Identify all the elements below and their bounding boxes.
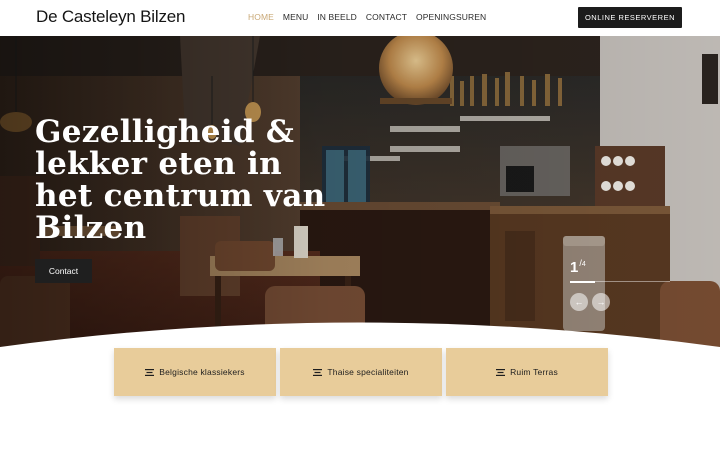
nav-openingsuren[interactable]: OPENINGSUREN [416, 12, 486, 22]
feature-label: Ruim Terras [510, 367, 558, 377]
feature-cards: Belgische klassiekers Thaise specialitei… [114, 348, 608, 396]
feature-label: Belgische klassiekers [159, 367, 245, 377]
contact-button[interactable]: Contact [35, 259, 92, 283]
nav-in-beeld[interactable]: IN BEELD [317, 12, 357, 22]
main-nav: HOME MENU IN BEELD CONTACT OPENINGSUREN [248, 12, 486, 22]
nav-menu[interactable]: MENU [283, 12, 308, 22]
site-logo[interactable]: De Casteleyn Bilzen [36, 7, 185, 27]
feature-label: Thaise specialiteiten [327, 367, 409, 377]
arrow-left-icon[interactable]: ← [570, 293, 588, 311]
feature-card-belgische[interactable]: Belgische klassiekers [114, 348, 276, 396]
lines-icon [496, 368, 506, 376]
feature-card-thaise[interactable]: Thaise specialiteiten [280, 348, 442, 396]
slide-progress-fill [570, 280, 595, 283]
slide-total: 4 [581, 261, 586, 268]
lines-icon [145, 368, 155, 376]
arrow-right-icon[interactable]: → [592, 293, 610, 311]
reserve-button[interactable]: ONLINE RESERVEREN [578, 7, 682, 28]
hero-slider: Gezelligheid & lekker eten in het centru… [0, 36, 720, 372]
nav-home[interactable]: HOME [248, 12, 274, 22]
nav-contact[interactable]: CONTACT [366, 12, 407, 22]
slide-counter: 1/4 [570, 258, 586, 277]
hero-headline: Gezelligheid & lekker eten in het centru… [35, 114, 326, 246]
slide-progress-bar [570, 280, 670, 283]
slide-current: 1 [570, 259, 579, 276]
site-header: De Casteleyn Bilzen HOME MENU IN BEELD C… [0, 0, 720, 36]
lines-icon [313, 368, 323, 376]
feature-card-terras[interactable]: Ruim Terras [446, 348, 608, 396]
